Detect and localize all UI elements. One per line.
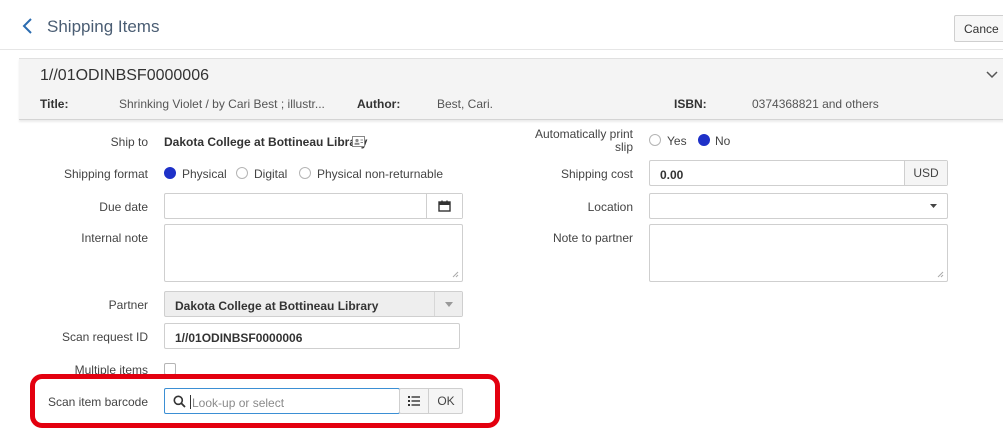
title-value: Shrinking Violet / by Cari Best ; illust… [119, 97, 325, 111]
note-to-partner-label: Note to partner [552, 231, 633, 245]
highlight-box [30, 374, 500, 428]
title-label: Title: [40, 97, 69, 111]
shipping-cost-label: Shipping cost [560, 167, 633, 181]
ship-to-label: Ship to [110, 135, 148, 149]
auto-print-label-line1: Automatically print [534, 127, 633, 141]
top-bar: Shipping Items Cance [0, 0, 1003, 50]
auto-print-label-line2: slip [614, 140, 633, 154]
scan-request-id-label: Scan request ID [61, 330, 148, 344]
resize-handle-icon[interactable] [452, 271, 459, 278]
format-physical-label: Physical [182, 167, 227, 181]
auto-print-yes-label: Yes [667, 134, 687, 148]
back-arrow-icon[interactable] [20, 17, 36, 35]
currency-addon: USD [904, 161, 947, 185]
record-id: 1//01ODINBSF0000006 [40, 67, 209, 84]
partner-label: Partner [108, 298, 148, 312]
scan-request-id-field[interactable]: 1//01ODINBSF0000006 [164, 323, 460, 349]
format-digital-radio[interactable] [236, 167, 248, 179]
calendar-icon [438, 200, 451, 212]
shipping-cost-field[interactable]: 0.00 USD [649, 160, 948, 186]
partner-dropdown-button[interactable] [434, 292, 462, 316]
isbn-label: ISBN: [674, 97, 707, 111]
isbn-value: 0374368821 and others [752, 97, 879, 111]
caret-down-icon [444, 301, 453, 307]
cancel-button[interactable]: Cance [954, 15, 1003, 42]
internal-note-label: Internal note [81, 231, 148, 245]
author-value: Best, Cari. [437, 97, 494, 111]
location-label: Location [587, 200, 633, 214]
shipping-format-label: Shipping format [63, 167, 148, 181]
auto-print-no-label: No [715, 134, 731, 148]
auto-print-yes-radio[interactable] [649, 134, 661, 146]
auto-print-no-radio[interactable] [698, 134, 710, 146]
resize-handle-icon[interactable] [937, 271, 944, 278]
internal-note-textarea[interactable] [164, 224, 463, 282]
caret-down-icon[interactable] [930, 204, 937, 208]
auto-print-label: Automatically print slip [535, 128, 633, 154]
author-label: Author: [357, 97, 401, 111]
calendar-button[interactable] [426, 194, 462, 218]
location-select[interactable] [649, 193, 948, 219]
record-summary: 1//01ODINBSF0000006 Title: Shrinking Vio… [19, 58, 1003, 120]
chevron-down-icon[interactable] [985, 69, 999, 81]
format-non-returnable-label: Physical non-returnable [317, 167, 444, 181]
format-digital-label: Digital [254, 167, 288, 181]
ship-to-value: Dakota College at Bottineau Library [164, 135, 368, 149]
due-date-field[interactable] [164, 193, 463, 219]
format-physical-radio[interactable] [164, 167, 176, 179]
format-non-returnable-radio[interactable] [299, 167, 311, 179]
due-date-label: Due date [99, 200, 148, 214]
contact-card-icon[interactable] [352, 136, 365, 147]
partner-value: Dakota College at Bottineau Library [175, 299, 379, 313]
shipping-cost-value: 0.00 [660, 168, 684, 182]
partner-select[interactable]: Dakota College at Bottineau Library [164, 291, 463, 317]
page-title: Shipping Items [47, 17, 160, 36]
scan-request-id-value: 1//01ODINBSF0000006 [175, 331, 303, 345]
note-to-partner-textarea[interactable] [649, 224, 948, 282]
